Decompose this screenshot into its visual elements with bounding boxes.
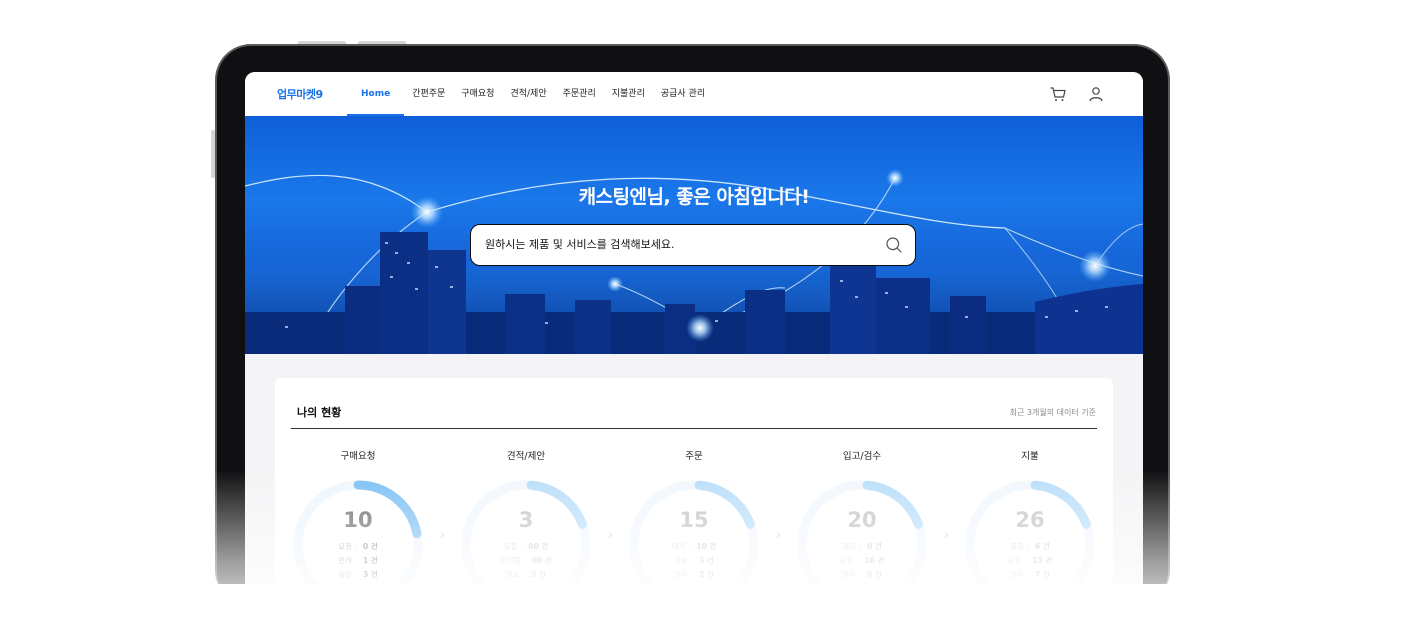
hero-banner: 캐스팅엔님, 좋은 아침입니다! [245,116,1143,354]
search-box [470,224,916,266]
user-icon[interactable] [1087,85,1105,103]
menu-item-simple-order[interactable]: 간편주문 [404,72,453,116]
menu-item-purchase-request[interactable]: 구매요청 [453,72,502,116]
menu-item-supplier-management[interactable]: 공급사 관리 [653,72,713,116]
menu-item-payment-management[interactable]: 지불관리 [604,72,653,116]
stat-label: 구매요청 [340,451,376,462]
main-menu: Home 간편주문 구매요청 견적/제안 주문관리 지불관리 공급사 관리 [347,72,713,116]
menu-item-quote-proposal[interactable]: 견적/제안 [502,72,554,116]
stat-label: 지불 [1021,451,1039,462]
stat-label: 입고/검수 [842,451,882,462]
top-nav: 업무마켓9 Home 간편주문 구매요청 견적/제안 주문관리 지불관리 공급사… [245,72,1143,116]
greeting-title: 캐스팅엔님, 좋은 아침입니다! [578,186,810,208]
brand-logo[interactable]: 업무마켓9 [277,86,323,102]
status-title: 나의 현황 [297,406,342,419]
menu-item-order-management[interactable]: 주문관리 [555,72,604,116]
stat-label: 견적/제안 [506,451,546,462]
bottom-cutoff [0,584,1422,638]
stat-label: 주문 [685,451,703,462]
status-divider [291,428,1097,429]
cart-icon[interactable] [1049,85,1067,103]
search-icon[interactable] [885,236,903,254]
search-input[interactable] [485,225,865,264]
menu-item-home[interactable]: Home [347,72,405,116]
status-period-note: 최근 3개월의 데이터 기준 [1009,408,1096,417]
